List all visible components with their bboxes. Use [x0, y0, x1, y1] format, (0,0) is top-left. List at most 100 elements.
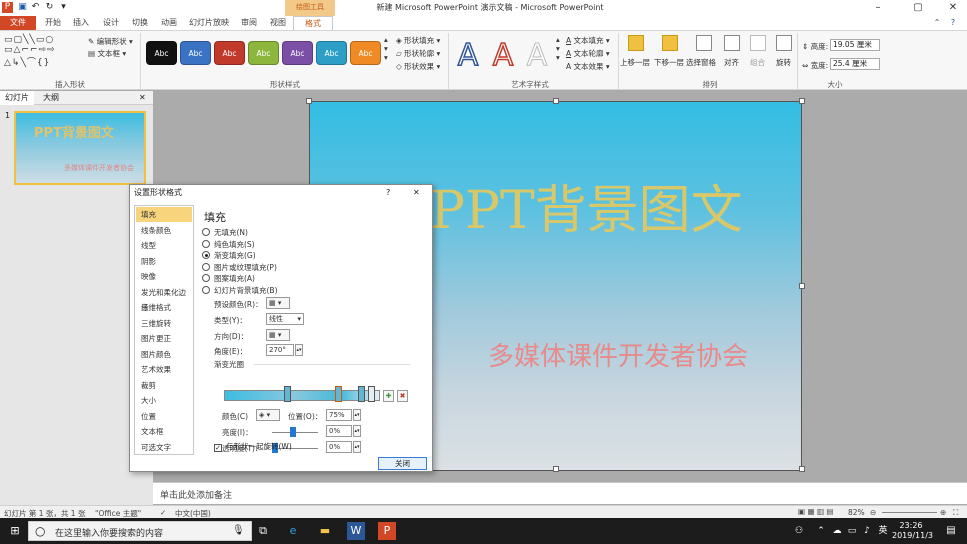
edit-shape-button[interactable]: ✎ 编辑形状 ▾: [88, 36, 133, 47]
remove-stop-icon[interactable]: ✖: [397, 390, 408, 402]
text-box-button[interactable]: ▤ 文本框 ▾: [88, 48, 126, 59]
height-input[interactable]: 19.05 厘米: [830, 39, 880, 51]
zoom-in-icon[interactable]: ⊕: [940, 508, 946, 517]
position-spinner[interactable]: ▴▾: [353, 409, 361, 421]
tab-file[interactable]: 文件: [0, 16, 36, 30]
dialog-nav-item[interactable]: 发光和柔化边缘: [136, 285, 192, 312]
taskbar-search-box[interactable]: ○ 在这里输入你要搜索的内容 🎙: [28, 521, 252, 541]
direction-dropdown[interactable]: ▦ ▾: [266, 329, 290, 341]
tab-transitions[interactable]: 切换: [127, 16, 153, 30]
tab-view[interactable]: 视图: [265, 16, 291, 30]
resize-handle[interactable]: [553, 98, 559, 104]
powerpoint-app-icon[interactable]: P: [378, 522, 396, 540]
dialog-nav-item[interactable]: 映像: [136, 269, 192, 284]
text-fill-button[interactable]: A 文本填充 ▾: [566, 35, 610, 46]
collapse-ribbon-icon[interactable]: ⌃: [930, 16, 944, 30]
undo-icon[interactable]: ↶: [30, 2, 41, 13]
tab-review[interactable]: 审阅: [236, 16, 262, 30]
fill-option[interactable]: 无填充(N): [202, 227, 248, 238]
minimize-icon[interactable]: –: [860, 0, 896, 16]
view-buttons[interactable]: ▣ ▦ ▥ ▤: [798, 507, 834, 516]
dialog-help-button[interactable]: ?: [386, 185, 390, 201]
task-view-icon[interactable]: ⧉: [254, 522, 272, 540]
dialog-nav-item[interactable]: 裁剪: [136, 378, 192, 393]
close-window-icon[interactable]: ✕: [935, 0, 967, 16]
zoom-slider[interactable]: [882, 512, 937, 513]
preset-color-dropdown[interactable]: ▦ ▾: [266, 297, 290, 309]
tab-slides[interactable]: 幻灯片: [0, 91, 34, 105]
people-icon[interactable]: ⚇: [790, 522, 808, 540]
type-select[interactable]: 线性 ▾: [266, 313, 304, 325]
tab-outline[interactable]: 大纲: [38, 91, 64, 105]
selection-pane-button[interactable]: 选择窗格: [686, 57, 716, 68]
resize-handle[interactable]: [553, 466, 559, 472]
notifications-icon[interactable]: ▤: [942, 522, 960, 540]
text-effects-button[interactable]: A 文本效果 ▾: [566, 61, 610, 72]
dialog-nav-item[interactable]: 线型: [136, 238, 192, 253]
dialog-nav-item[interactable]: 填充: [136, 207, 192, 222]
edge-browser-icon[interactable]: e: [284, 522, 302, 540]
bring-forward-button[interactable]: 上移一层: [620, 57, 650, 68]
shape-style-button[interactable]: Abc: [316, 41, 347, 65]
dialog-close-button[interactable]: 关闭: [378, 457, 427, 470]
word-app-icon[interactable]: W: [347, 522, 365, 540]
tab-home[interactable]: 开始: [40, 16, 66, 30]
save-icon[interactable]: ▣: [17, 2, 28, 13]
fill-option[interactable]: 渐变填充(G): [202, 250, 256, 261]
zoom-level[interactable]: 82%: [848, 508, 865, 517]
slide-thumbnail[interactable]: PPT背景图文 多媒体课件开发者协会: [14, 111, 146, 185]
gradient-stop[interactable]: [368, 386, 375, 402]
dialog-close-icon[interactable]: ✕: [413, 185, 420, 201]
notes-pane[interactable]: 单击此处添加备注: [153, 482, 967, 504]
dialog-nav-item[interactable]: 位置: [136, 409, 192, 424]
radio-button[interactable]: [202, 239, 210, 248]
shape-style-button[interactable]: Abc: [248, 41, 279, 65]
dialog-nav-item[interactable]: 可选文字: [136, 440, 192, 455]
gradient-stop[interactable]: [358, 386, 365, 402]
tab-insert[interactable]: 插入: [68, 16, 94, 30]
dialog-nav-item[interactable]: 线条颜色: [136, 223, 192, 238]
checkbox-checked[interactable]: ✓: [214, 444, 222, 452]
resize-handle[interactable]: [799, 283, 805, 289]
resize-handle[interactable]: [799, 466, 805, 472]
group-icon[interactable]: [750, 35, 766, 51]
wordart-style-3[interactable]: A: [522, 38, 552, 74]
position-input[interactable]: 75%: [326, 409, 352, 421]
fit-slide-icon[interactable]: ⛶: [953, 508, 958, 518]
rotate-button[interactable]: 旋转: [776, 57, 791, 68]
align-icon[interactable]: [724, 35, 740, 51]
microphone-icon[interactable]: 🎙: [232, 525, 245, 536]
quick-access-dropdown-icon[interactable]: ▾: [58, 2, 69, 13]
dialog-nav-item[interactable]: 艺术效果: [136, 362, 192, 377]
radio-button[interactable]: [202, 285, 210, 294]
selection-pane-icon[interactable]: [696, 35, 712, 51]
shape-style-button[interactable]: Abc: [146, 41, 177, 65]
brightness-slider-thumb[interactable]: [290, 427, 296, 437]
width-input[interactable]: 25.4 厘米: [830, 58, 880, 70]
zoom-out-icon[interactable]: ⊖: [870, 508, 876, 517]
spelling-icon[interactable]: ✓: [160, 508, 166, 517]
help-icon[interactable]: ?: [946, 16, 960, 30]
wordart-style-2[interactable]: A: [488, 37, 518, 74]
dialog-nav-item[interactable]: 图片颜色: [136, 347, 192, 362]
slide-subtitle[interactable]: 多媒体课件开发者协会: [488, 336, 748, 373]
maximize-icon[interactable]: ▢: [900, 0, 936, 16]
wordart-style-1[interactable]: A: [453, 37, 483, 74]
brightness-input[interactable]: 0%: [326, 425, 352, 437]
gradient-stop[interactable]: [284, 386, 291, 402]
fill-option[interactable]: 纯色填充(S): [202, 239, 255, 250]
resize-handle[interactable]: [306, 98, 312, 104]
tab-design[interactable]: 设计: [98, 16, 124, 30]
stop-color-dropdown[interactable]: ◈ ▾: [256, 409, 280, 421]
gradient-stop-selected[interactable]: [335, 386, 342, 402]
shape-outline-button[interactable]: ▱ 形状轮廓 ▾: [396, 48, 440, 59]
tab-slideshow[interactable]: 幻灯片放映: [186, 16, 232, 30]
rotate-with-shape-checkbox[interactable]: ✓ 与形状一起旋转(W): [214, 441, 292, 452]
rotate-icon[interactable]: [776, 35, 792, 51]
resize-handle[interactable]: [799, 98, 805, 104]
dialog-nav-item[interactable]: 文本框: [136, 424, 192, 439]
fill-option[interactable]: 图片或纹理填充(P): [202, 262, 277, 273]
shape-style-button[interactable]: Abc: [180, 41, 211, 65]
send-backward-button[interactable]: 下移一层: [654, 57, 684, 68]
redo-icon[interactable]: ↻: [44, 2, 55, 13]
